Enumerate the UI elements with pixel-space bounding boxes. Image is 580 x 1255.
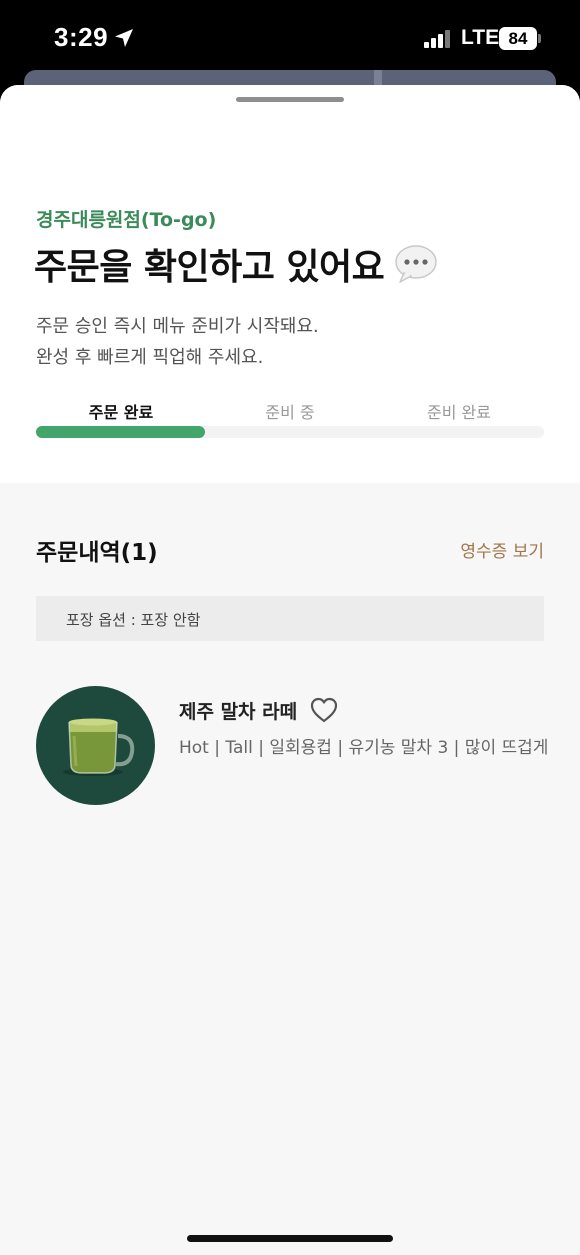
item-image — [36, 686, 155, 805]
item-options: Hot | Tall | 일회용컵 | 유기농 말차 3 | 많이 뜨겁게 — [179, 738, 549, 758]
signal-strength-icon — [424, 30, 452, 48]
status-time: 3:29 — [54, 22, 109, 52]
matcha-latte-mug-image — [63, 718, 135, 776]
item-name: 제주 말차 라떼 — [179, 700, 298, 723]
item-name-row: 제주 말차 라떼 — [179, 696, 339, 724]
order-item: 제주 말차 라떼 Hot | Tall | 일회용컵 | 유기농 말차 3 | … — [36, 686, 548, 806]
title-row: 주문을 확인하고 있어요 — [34, 237, 438, 291]
description-line-1: 주문 승인 즉시 메뉴 준비가 시작돼요. — [36, 316, 319, 337]
network-type: LTE — [461, 26, 500, 49]
order-details-title: 주문내역(1) — [36, 540, 158, 566]
step-ready: 준비 완료 — [427, 403, 491, 422]
packaging-option-text: 포장 옵션 : 포장 안함 — [66, 611, 201, 629]
battery-tip — [538, 34, 541, 43]
home-indicator[interactable] — [187, 1235, 393, 1242]
sheet-grabber[interactable] — [236, 97, 344, 102]
store-name: 경주대릉원점(To-go) — [36, 209, 217, 231]
progress-steps: 주문 완료 준비 중 준비 완료 — [36, 399, 544, 423]
step-preparing: 준비 중 — [265, 403, 315, 422]
progress-track — [36, 426, 544, 438]
heart-outline-icon[interactable] — [309, 696, 339, 724]
order-status-sheet: 경주대릉원점(To-go) 주문을 확인하고 있어요 주문 승인 즉시 메뉴 준… — [0, 85, 580, 1255]
speech-bubble-icon — [395, 245, 438, 283]
progress-fill — [36, 426, 206, 438]
battery-icon: 84 — [499, 27, 537, 50]
step-order-complete: 주문 완료 — [88, 403, 154, 422]
status-description: 주문 승인 즉시 메뉴 준비가 시작돼요. 완성 후 빠르게 픽업해 주세요. — [36, 311, 319, 373]
packaging-option-box: 포장 옵션 : 포장 안함 — [36, 596, 544, 641]
status-panel: 경주대릉원점(To-go) 주문을 확인하고 있어요 주문 승인 즉시 메뉴 준… — [0, 85, 580, 483]
page-title: 주문을 확인하고 있어요 — [34, 247, 385, 288]
location-arrow-icon — [115, 29, 133, 47]
description-line-2: 완성 후 빠르게 픽업해 주세요. — [36, 347, 264, 368]
view-receipt-link[interactable]: 영수증 보기 — [460, 537, 544, 562]
status-bar: 3:29 LTE 84 — [0, 0, 580, 80]
